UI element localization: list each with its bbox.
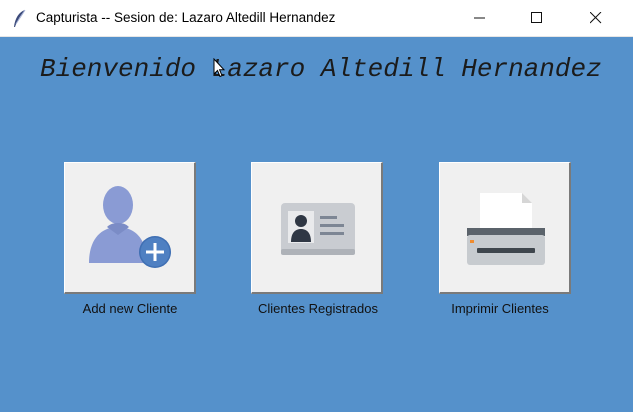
close-icon <box>590 12 602 24</box>
registered-clients-label: Clientes Registrados <box>258 301 378 316</box>
print-clients-button[interactable] <box>439 162 571 294</box>
mouse-cursor-icon <box>213 57 226 83</box>
title-bar[interactable]: Capturista -- Sesion de: Lazaro Altedill… <box>0 0 633 37</box>
printer-icon <box>467 193 545 265</box>
minimize-icon <box>474 17 485 19</box>
add-client-label: Add new Cliente <box>82 301 178 316</box>
maximize-icon <box>531 12 542 23</box>
add-client-button[interactable] <box>64 162 196 294</box>
main-panel: Bienvenido Lazaro Altedill Hernandez Add… <box>0 37 633 412</box>
close-button[interactable] <box>573 0 619 37</box>
id-card-icon <box>281 203 355 255</box>
minimize-button[interactable] <box>457 0 503 37</box>
feather-icon <box>12 9 28 29</box>
add-user-icon <box>89 186 171 268</box>
maximize-button[interactable] <box>514 0 560 37</box>
print-clients-label: Imprimir Clientes <box>451 301 549 316</box>
welcome-heading: Bienvenido Lazaro Altedill Hernandez <box>40 54 602 84</box>
window-title: Capturista -- Sesion de: Lazaro Altedill… <box>36 10 336 25</box>
registered-clients-button[interactable] <box>251 162 383 294</box>
